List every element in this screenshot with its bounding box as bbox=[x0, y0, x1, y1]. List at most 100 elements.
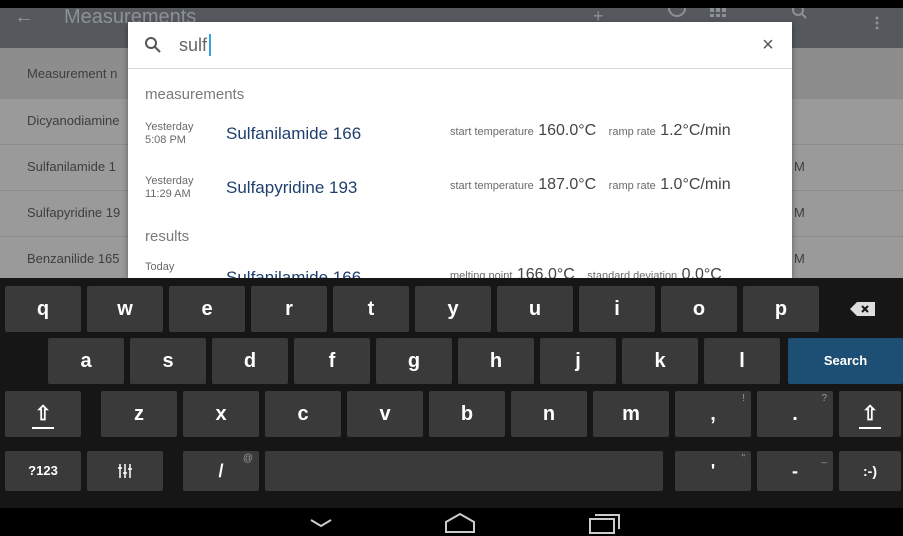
list-item-right: M bbox=[794, 205, 805, 220]
key-i[interactable]: i bbox=[579, 286, 655, 332]
shift-key-left[interactable]: ⇧ bbox=[5, 391, 81, 437]
key-r[interactable]: r bbox=[251, 286, 327, 332]
key-v[interactable]: v bbox=[347, 391, 423, 437]
period-hint: ? bbox=[821, 393, 827, 404]
close-icon[interactable]: × bbox=[758, 34, 778, 56]
key-p[interactable]: p bbox=[743, 286, 819, 332]
emoji-key[interactable]: :-) bbox=[839, 451, 901, 491]
key-dash[interactable]: - _ bbox=[757, 451, 833, 491]
suggestion-item[interactable]: Yesterday 5:08 PM Sulfanilamide 166 star… bbox=[128, 116, 792, 156]
timestamp-day: Yesterday bbox=[145, 121, 194, 133]
key-e[interactable]: e bbox=[169, 286, 245, 332]
key-comma[interactable]: , ! bbox=[675, 391, 751, 437]
key-period[interactable]: . ? bbox=[757, 391, 833, 437]
property-label: ramp rate bbox=[608, 126, 656, 138]
section-title-measurements: measurements bbox=[145, 86, 245, 103]
list-item-name: Benzanilide 165 bbox=[27, 251, 120, 266]
key-y[interactable]: y bbox=[415, 286, 491, 332]
comma-label: , bbox=[710, 403, 716, 425]
suggestion-properties: start temperature 160.0°C ramp rate 1.2°… bbox=[450, 122, 739, 140]
property-label: start temperature bbox=[450, 180, 534, 192]
search-action-icon[interactable] bbox=[792, 8, 808, 20]
property-label: melting point bbox=[450, 270, 513, 278]
grid-icon[interactable] bbox=[710, 8, 728, 18]
property-value: 166.0°C bbox=[516, 266, 575, 278]
suggestion-properties: melting point 166.0°C standard deviation… bbox=[450, 266, 730, 278]
comma-hint: ! bbox=[742, 393, 745, 404]
key-c[interactable]: c bbox=[265, 391, 341, 437]
timestamp-time: 11:29 AM bbox=[145, 188, 191, 200]
settings-key[interactable] bbox=[87, 451, 163, 491]
key-apostrophe[interactable]: ' " bbox=[675, 451, 751, 491]
timestamp-day: Today bbox=[145, 261, 175, 273]
period-label: . bbox=[792, 403, 798, 425]
list-item-right: M bbox=[794, 159, 805, 174]
apostrophe-hint: " bbox=[741, 453, 745, 464]
suggestion-item[interactable]: Yesterday 11:29 AM Sulfapyridine 193 sta… bbox=[128, 170, 792, 210]
key-b[interactable]: b bbox=[429, 391, 505, 437]
list-item-name: Sulfanilamide 1 bbox=[27, 159, 116, 174]
search-icon bbox=[145, 37, 161, 53]
search-dialog: × measurements Yesterday 5:08 PM Sulfani… bbox=[128, 22, 792, 278]
navigation-bar bbox=[0, 508, 903, 536]
overflow-menu-icon[interactable] bbox=[875, 16, 879, 30]
property-value: 0.0°C bbox=[681, 266, 722, 278]
slash-hint: @ bbox=[242, 453, 253, 464]
key-z[interactable]: z bbox=[101, 391, 177, 437]
shift-underline bbox=[32, 427, 54, 429]
suggestion-item[interactable]: Today Sulfanilamide 166 melting point 16… bbox=[128, 256, 792, 278]
key-u[interactable]: u bbox=[497, 286, 573, 332]
key-a[interactable]: a bbox=[48, 338, 124, 384]
shift-key-right[interactable]: ⇧ bbox=[839, 391, 901, 437]
list-item-right: M bbox=[794, 251, 805, 266]
suggestion-title: Sulfapyridine 193 bbox=[226, 178, 358, 197]
dash-hint: _ bbox=[821, 453, 827, 464]
key-s[interactable]: s bbox=[130, 338, 206, 384]
key-l[interactable]: l bbox=[704, 338, 780, 384]
property-label: standard deviation bbox=[587, 270, 678, 278]
search-key[interactable]: Search bbox=[788, 338, 903, 384]
search-input[interactable] bbox=[179, 32, 739, 58]
property-value: 160.0°C bbox=[538, 122, 597, 139]
symbols-key[interactable]: ?123 bbox=[5, 451, 81, 491]
hide-keyboard-icon[interactable] bbox=[306, 512, 336, 534]
key-t[interactable]: t bbox=[333, 286, 409, 332]
suggestion-properties: start temperature 187.0°C ramp rate 1.0°… bbox=[450, 176, 739, 194]
input-settings-icon bbox=[118, 464, 132, 478]
timestamp-day: Yesterday bbox=[145, 175, 194, 187]
key-f[interactable]: f bbox=[294, 338, 370, 384]
property-label: start temperature bbox=[450, 126, 534, 138]
back-arrow-icon[interactable]: ← bbox=[14, 7, 34, 34]
section-title-results: results bbox=[145, 228, 190, 245]
key-q[interactable]: q bbox=[5, 286, 81, 332]
key-o[interactable]: o bbox=[661, 286, 737, 332]
text-cursor bbox=[209, 34, 211, 56]
shift-icon: ⇧ bbox=[861, 403, 879, 425]
sync-icon[interactable] bbox=[665, 8, 689, 20]
key-x[interactable]: x bbox=[183, 391, 259, 437]
key-n[interactable]: n bbox=[511, 391, 587, 437]
backspace-key[interactable] bbox=[827, 286, 899, 332]
space-key[interactable] bbox=[265, 451, 663, 491]
list-item-name: Sulfapyridine 19 bbox=[27, 205, 121, 220]
key-k[interactable]: k bbox=[622, 338, 698, 384]
key-g[interactable]: g bbox=[376, 338, 452, 384]
key-h[interactable]: h bbox=[458, 338, 534, 384]
home-icon[interactable] bbox=[443, 512, 477, 534]
suggestion-timestamp: Yesterday 11:29 AM bbox=[145, 175, 194, 201]
dash-label: - bbox=[792, 461, 798, 481]
recent-apps-icon[interactable] bbox=[588, 512, 622, 534]
key-j[interactable]: j bbox=[540, 338, 616, 384]
key-d[interactable]: d bbox=[212, 338, 288, 384]
suggestion-title: Sulfanilamide 166 bbox=[226, 124, 362, 143]
key-w[interactable]: w bbox=[87, 286, 163, 332]
suggestion-title: Sulfanilamide 166 bbox=[226, 268, 362, 278]
timestamp-time: 5:08 PM bbox=[145, 134, 186, 146]
suggestion-timestamp: Today bbox=[145, 261, 174, 274]
key-m[interactable]: m bbox=[593, 391, 669, 437]
suggestion-timestamp: Yesterday 5:08 PM bbox=[145, 121, 194, 147]
key-slash[interactable]: / @ bbox=[183, 451, 259, 491]
property-value: 187.0°C bbox=[538, 176, 597, 193]
backspace-icon bbox=[850, 302, 875, 316]
property-label: ramp rate bbox=[608, 180, 656, 192]
